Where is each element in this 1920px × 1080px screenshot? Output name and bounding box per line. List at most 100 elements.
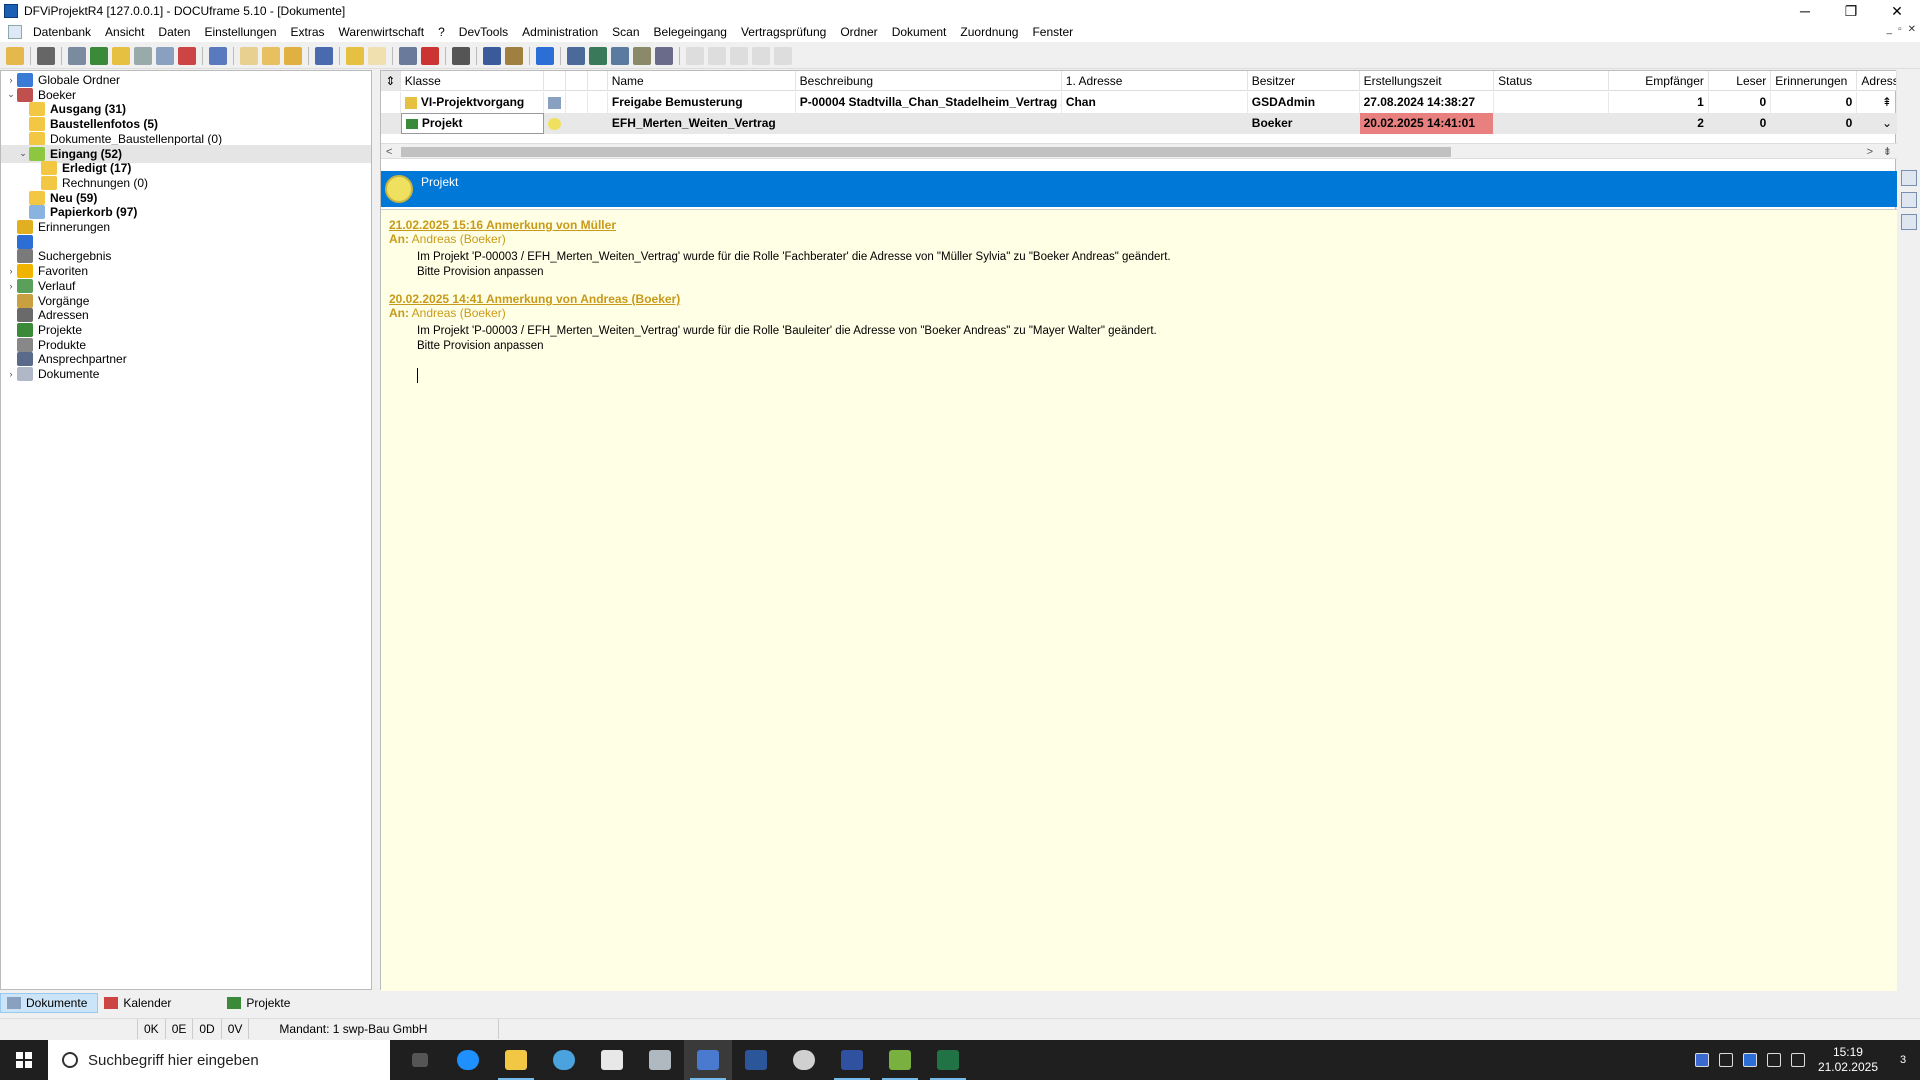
scroll-end-icon[interactable]: ⇟ bbox=[1883, 144, 1892, 160]
task-view-icon[interactable] bbox=[396, 1040, 444, 1080]
volume-icon[interactable] bbox=[1790, 1053, 1805, 1067]
menu-item-12[interactable]: Ordner bbox=[833, 22, 884, 42]
settings-gear-icon[interactable] bbox=[540, 1040, 588, 1080]
project-list-icon[interactable] bbox=[90, 46, 108, 65]
word-icon[interactable] bbox=[732, 1040, 780, 1080]
edge-icon[interactable] bbox=[444, 1040, 492, 1080]
expander-icon[interactable]: › bbox=[5, 281, 17, 291]
defender-icon[interactable] bbox=[1694, 1053, 1709, 1067]
scan-icon[interactable] bbox=[399, 46, 417, 65]
scroll-left-icon[interactable]: < bbox=[386, 144, 392, 160]
col-name[interactable]: Name bbox=[608, 71, 796, 91]
attachment-icon[interactable] bbox=[134, 46, 152, 65]
restore-button[interactable]: ❐ bbox=[1828, 0, 1874, 22]
menu-item-11[interactable]: Vertragsprüfung bbox=[734, 22, 833, 42]
scrollbar-thumb[interactable] bbox=[401, 147, 1451, 157]
process-icon[interactable] bbox=[112, 46, 130, 65]
menu-item-7[interactable]: DevTools bbox=[452, 22, 515, 42]
col-beschreibung[interactable]: Beschreibung bbox=[796, 71, 1062, 91]
mdi-minimize-button[interactable]: _ bbox=[1887, 24, 1893, 35]
col-icon3[interactable] bbox=[588, 71, 608, 91]
menu-item-1[interactable]: Ansicht bbox=[98, 22, 151, 42]
phone-icon[interactable] bbox=[209, 46, 227, 65]
col-erinnerungen[interactable]: Erinnerungen bbox=[1771, 71, 1858, 91]
col-klasse[interactable]: Klasse bbox=[401, 71, 545, 91]
menu-item-0[interactable]: Datenbank bbox=[26, 22, 98, 42]
delete-icon[interactable] bbox=[421, 46, 439, 65]
col-adresse[interactable]: 1. Adresse bbox=[1062, 71, 1248, 91]
mdi-restore-button[interactable]: ▫ bbox=[1898, 24, 1902, 35]
folder-open-icon[interactable] bbox=[262, 46, 280, 65]
menu-item-9[interactable]: Scan bbox=[605, 22, 646, 42]
col-besitzer[interactable]: Besitzer bbox=[1248, 71, 1360, 91]
scroll-down-icon[interactable]: ⌄ bbox=[1857, 113, 1897, 134]
folder-new-icon[interactable] bbox=[346, 46, 364, 65]
start-button[interactable] bbox=[0, 1040, 48, 1080]
note-header[interactable]: 21.02.2025 15:16 Anmerkung von Müller bbox=[389, 218, 616, 232]
list-icon[interactable] bbox=[589, 46, 607, 65]
scroll-right-icon[interactable]: > bbox=[1867, 144, 1873, 160]
network-icon[interactable] bbox=[1766, 1053, 1781, 1067]
app-green-icon[interactable] bbox=[876, 1040, 924, 1080]
scroll-top-icon[interactable]: ⇞ bbox=[1857, 92, 1897, 113]
col-icon2[interactable] bbox=[566, 71, 588, 91]
col-leser[interactable]: Leser bbox=[1709, 71, 1772, 91]
export-pane-icon[interactable] bbox=[1901, 192, 1917, 208]
save-pane-icon[interactable] bbox=[1901, 214, 1917, 230]
menu-item-3[interactable]: Einstellungen bbox=[197, 22, 283, 42]
menu-item-2[interactable]: Daten bbox=[151, 22, 197, 42]
settings-doc-icon[interactable] bbox=[655, 46, 673, 65]
export-icon[interactable] bbox=[567, 46, 585, 65]
docuframe-icon[interactable] bbox=[684, 1040, 732, 1080]
link-icon[interactable] bbox=[452, 46, 470, 65]
assign-icon[interactable] bbox=[483, 46, 501, 65]
gear-icon[interactable] bbox=[780, 1040, 828, 1080]
menu-item-8[interactable]: Administration bbox=[515, 22, 605, 42]
col-erstellungszeit[interactable]: Erstellungszeit bbox=[1360, 71, 1495, 91]
mdi-document-icon[interactable] bbox=[8, 25, 22, 39]
menu-item-15[interactable]: Fenster bbox=[1025, 22, 1080, 42]
pin-icon[interactable] bbox=[536, 46, 554, 65]
explorer-icon[interactable] bbox=[492, 1040, 540, 1080]
taskbar-search[interactable]: Suchbegriff hier eingeben bbox=[48, 1040, 390, 1080]
print-icon[interactable] bbox=[37, 46, 55, 65]
docuframe-tray-icon[interactable] bbox=[1742, 1053, 1757, 1067]
expander-icon[interactable]: ⌄ bbox=[5, 89, 17, 100]
clock[interactable]: 15:19 21.02.2025 bbox=[1810, 1045, 1886, 1075]
menu-item-4[interactable]: Extras bbox=[284, 22, 332, 42]
notes-area[interactable]: 21.02.2025 15:16 Anmerkung von Müller An… bbox=[381, 209, 1897, 991]
open-icon[interactable] bbox=[6, 46, 24, 65]
archive-icon[interactable] bbox=[633, 46, 651, 65]
sync-icon[interactable] bbox=[611, 46, 629, 65]
notification-center-icon[interactable]: 3 bbox=[1886, 1040, 1920, 1080]
remote-icon[interactable] bbox=[636, 1040, 684, 1080]
expander-icon[interactable]: ⌄ bbox=[17, 148, 29, 159]
tree-item[interactable]: › Dokumente bbox=[5, 365, 99, 383]
tab-projekte[interactable]: Projekte bbox=[221, 993, 300, 1013]
horizontal-scrollbar[interactable]: < > ⇟ bbox=[381, 143, 1897, 159]
menu-item-10[interactable]: Belegeingang bbox=[647, 22, 734, 42]
menu-item-14[interactable]: Zuordnung bbox=[953, 22, 1025, 42]
col-icon1[interactable] bbox=[544, 71, 567, 91]
address-card-icon[interactable] bbox=[68, 46, 86, 65]
expander-icon[interactable]: › bbox=[5, 369, 17, 379]
menu-item-6[interactable]: ? bbox=[431, 22, 452, 42]
mdi-close-button[interactable]: ✕ bbox=[1908, 24, 1916, 35]
col-empfaenger[interactable]: Empfänger bbox=[1609, 71, 1709, 91]
menu-item-5[interactable]: Warenwirtschaft bbox=[332, 22, 432, 42]
calendar-icon[interactable] bbox=[178, 46, 196, 65]
properties-icon[interactable] bbox=[1901, 170, 1917, 186]
tab-dokumente[interactable]: Dokumente bbox=[0, 993, 99, 1013]
expander-icon[interactable]: › bbox=[5, 75, 17, 85]
col-adress[interactable]: Adress bbox=[1857, 71, 1897, 91]
note-header[interactable]: 20.02.2025 14:41 Anmerkung von Andreas (… bbox=[389, 292, 680, 306]
sort-icon[interactable]: ⇕ bbox=[381, 71, 401, 91]
minimize-button[interactable]: ─ bbox=[1782, 0, 1828, 22]
col-status[interactable]: Status bbox=[1494, 71, 1609, 91]
app-blue-icon[interactable] bbox=[828, 1040, 876, 1080]
workflow-icon[interactable] bbox=[505, 46, 523, 65]
table-row[interactable]: Projekt EFH_Merten_Weiten_Vertrag Boeker… bbox=[381, 113, 1897, 134]
excel-icon[interactable] bbox=[924, 1040, 972, 1080]
folder-move-icon[interactable] bbox=[284, 46, 302, 65]
tab-kalender[interactable]: Kalender bbox=[98, 993, 181, 1013]
